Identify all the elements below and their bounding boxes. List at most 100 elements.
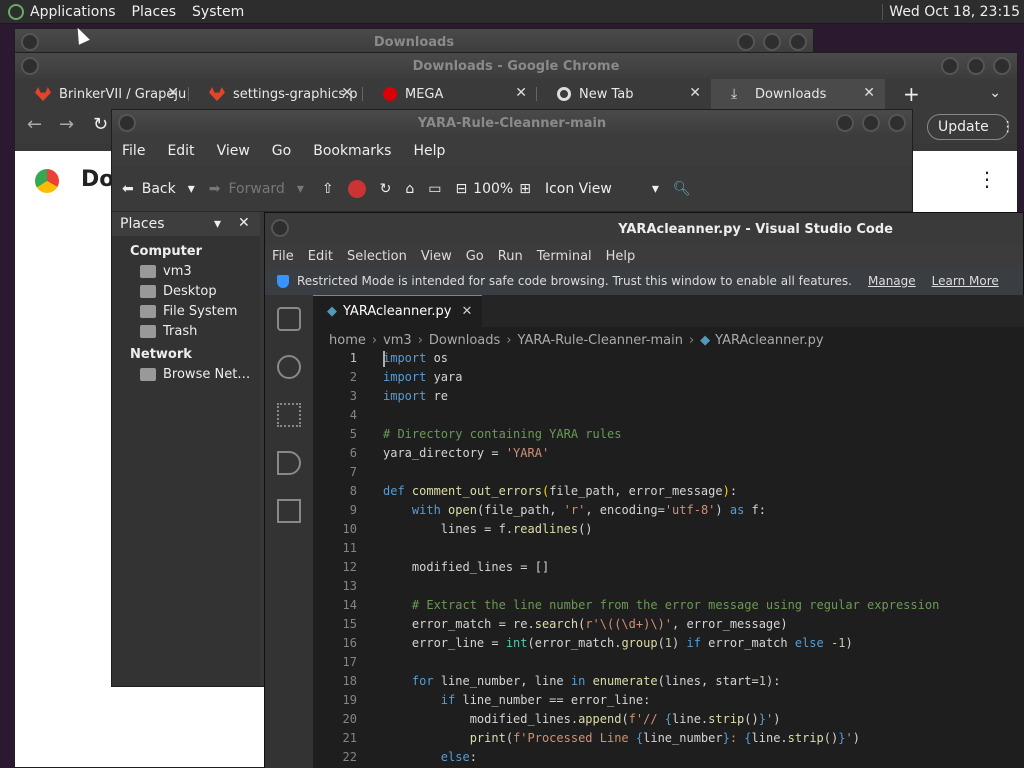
menu-file[interactable]: File [272, 249, 294, 264]
vscode-titlebar[interactable]: YARAcleanner.py - Visual Studio Code [265, 213, 1023, 245]
back-history-icon[interactable]: ▾ [188, 181, 195, 197]
close-icon[interactable] [789, 33, 807, 51]
breadcrumb-home[interactable]: home [329, 333, 366, 348]
menu-edit[interactable]: Edit [308, 249, 333, 264]
search-icon[interactable] [277, 355, 301, 379]
code-line: 15 error_match = re.search(r'\((\d+)\)',… [342, 617, 788, 631]
window-menu-icon[interactable] [21, 57, 39, 75]
place-file-system[interactable]: File System [112, 299, 260, 319]
places-menu[interactable]: Places [132, 4, 177, 20]
close-tab-icon[interactable]: ✕ [167, 85, 179, 101]
place-trash[interactable]: Trash [112, 319, 260, 339]
menu-go[interactable]: Go [272, 143, 291, 159]
menu-edit[interactable]: Edit [167, 143, 194, 159]
source-control-icon[interactable] [277, 403, 301, 427]
forward-button[interactable]: ➡ Forward ▾ [209, 181, 304, 197]
tab-downloads[interactable]: ⤓ Downloads ✕ [711, 79, 885, 109]
zoom-out-icon[interactable]: ⊟ [455, 181, 467, 197]
clock[interactable]: Wed Oct 18, 23:15 [882, 3, 1020, 20]
close-tab-icon[interactable]: ✕ [689, 85, 701, 101]
breadcrumb-downloads[interactable]: Downloads [429, 333, 500, 348]
editor-tabs: ◆ YARAcleanner.py ✕ [313, 295, 1024, 327]
file-manager-titlebar[interactable]: YARA-Rule-Cleanner-main [112, 110, 912, 136]
breadcrumb-folder[interactable]: YARA-Rule-Cleanner-main [518, 333, 683, 348]
places-header[interactable]: Places ▾ ✕ [112, 212, 260, 236]
tab-search-icon[interactable]: ⌄ [989, 85, 1001, 101]
up-icon[interactable]: ⇧ [322, 181, 334, 197]
menu-help[interactable]: Help [606, 249, 636, 264]
tab-mega[interactable]: MEGA ✕ [363, 79, 537, 109]
close-tab-icon[interactable]: ✕ [863, 85, 875, 101]
menu-terminal[interactable]: Terminal [537, 249, 592, 264]
minimize-icon[interactable] [941, 57, 959, 75]
chevron-right-icon: › [506, 332, 512, 348]
tab-new-tab[interactable]: New Tab ✕ [537, 79, 711, 109]
back-button[interactable]: ⬅ Back ▾ [122, 181, 195, 197]
editor-tab-yaracleanner[interactable]: ◆ YARAcleanner.py ✕ [313, 295, 483, 327]
close-tab-icon[interactable]: ✕ [461, 304, 472, 319]
vscode-window: YARAcleanner.py - Visual Studio Code Fil… [264, 212, 1024, 768]
place-desktop[interactable]: Desktop [112, 279, 260, 299]
window-menu-icon[interactable] [118, 114, 136, 132]
more-menu-icon[interactable]: ⋮ [1001, 119, 1015, 135]
maximize-icon[interactable] [967, 57, 985, 75]
menu-bookmarks[interactable]: Bookmarks [313, 143, 391, 159]
place-vm3[interactable]: vm3 [112, 259, 260, 279]
manage-link[interactable]: Manage [868, 274, 916, 288]
window-menu-icon[interactable] [271, 219, 289, 237]
reload-icon[interactable]: ↻ [380, 181, 392, 197]
forward-history-icon[interactable]: ▾ [297, 181, 304, 197]
applications-menu[interactable]: Applications [30, 4, 116, 20]
menu-file[interactable]: File [122, 143, 145, 159]
tab-label: settings-graphics.p [233, 86, 358, 102]
code-line: 22 else: [342, 750, 477, 764]
chevron-down-icon[interactable]: ▾ [214, 216, 221, 232]
chrome-titlebar[interactable]: Downloads - Google Chrome [15, 53, 1017, 79]
minimize-icon[interactable] [836, 114, 854, 132]
close-sidebar-icon[interactable]: ✕ [238, 215, 250, 231]
menu-view[interactable]: View [217, 143, 250, 159]
breadcrumb-file[interactable]: YARAcleanner.py [715, 333, 823, 348]
system-menu[interactable]: System [192, 4, 244, 20]
home-icon[interactable]: ⌂ [405, 181, 414, 197]
trash-icon [140, 325, 156, 338]
new-tab-icon[interactable]: + [903, 82, 920, 106]
forward-icon[interactable]: → [59, 114, 74, 135]
computer-icon[interactable]: ▭ [428, 181, 441, 197]
tab-brinkervii[interactable]: BrinkerVII / Grapeju ✕ [15, 79, 189, 109]
window-menu-icon[interactable] [21, 33, 39, 51]
update-button[interactable]: Update ⋮ [927, 114, 1015, 140]
menu-view[interactable]: View [421, 249, 452, 264]
place-label: File System [163, 304, 238, 319]
minimize-icon[interactable] [737, 33, 755, 51]
tab-settings-graphics[interactable]: settings-graphics.p ✕ [189, 79, 363, 109]
maximize-icon[interactable] [862, 114, 880, 132]
close-icon[interactable] [993, 57, 1011, 75]
close-icon[interactable] [888, 114, 906, 132]
explorer-icon[interactable] [277, 307, 301, 331]
page-menu-icon[interactable]: ⋮ [977, 167, 997, 191]
menu-help[interactable]: Help [413, 143, 445, 159]
view-mode-select[interactable]: Icon View ▾ [545, 181, 659, 197]
maximize-icon[interactable] [763, 33, 781, 51]
menu-go[interactable]: Go [466, 249, 484, 264]
menu-selection[interactable]: Selection [347, 249, 407, 264]
close-tab-icon[interactable]: ✕ [341, 85, 353, 101]
place-browse-network[interactable]: Browse Net… [112, 362, 260, 382]
run-debug-icon[interactable] [277, 451, 301, 475]
back-icon[interactable]: ← [27, 114, 42, 135]
stop-icon[interactable] [347, 179, 366, 198]
search-icon[interactable]: 🔍︎ [673, 181, 691, 197]
extensions-icon[interactable] [277, 499, 301, 523]
drive-icon [140, 305, 156, 318]
code-line: 9 with open(file_path, 'r', encoding='ut… [349, 503, 766, 517]
code-line: 10 lines = f.readlines() [342, 522, 593, 536]
zoom-in-icon[interactable]: ⊞ [519, 181, 531, 197]
close-tab-icon[interactable]: ✕ [515, 85, 527, 101]
reload-icon[interactable]: ↻ [93, 114, 108, 135]
breadcrumb-vm3[interactable]: vm3 [383, 333, 412, 348]
code-editor[interactable]: 1 import os 2 import yara 3 import re 4 5 # … [313, 349, 1024, 767]
learn-more-link[interactable]: Learn More [932, 274, 999, 288]
distro-logo-icon[interactable] [8, 3, 24, 20]
menu-run[interactable]: Run [498, 249, 523, 264]
